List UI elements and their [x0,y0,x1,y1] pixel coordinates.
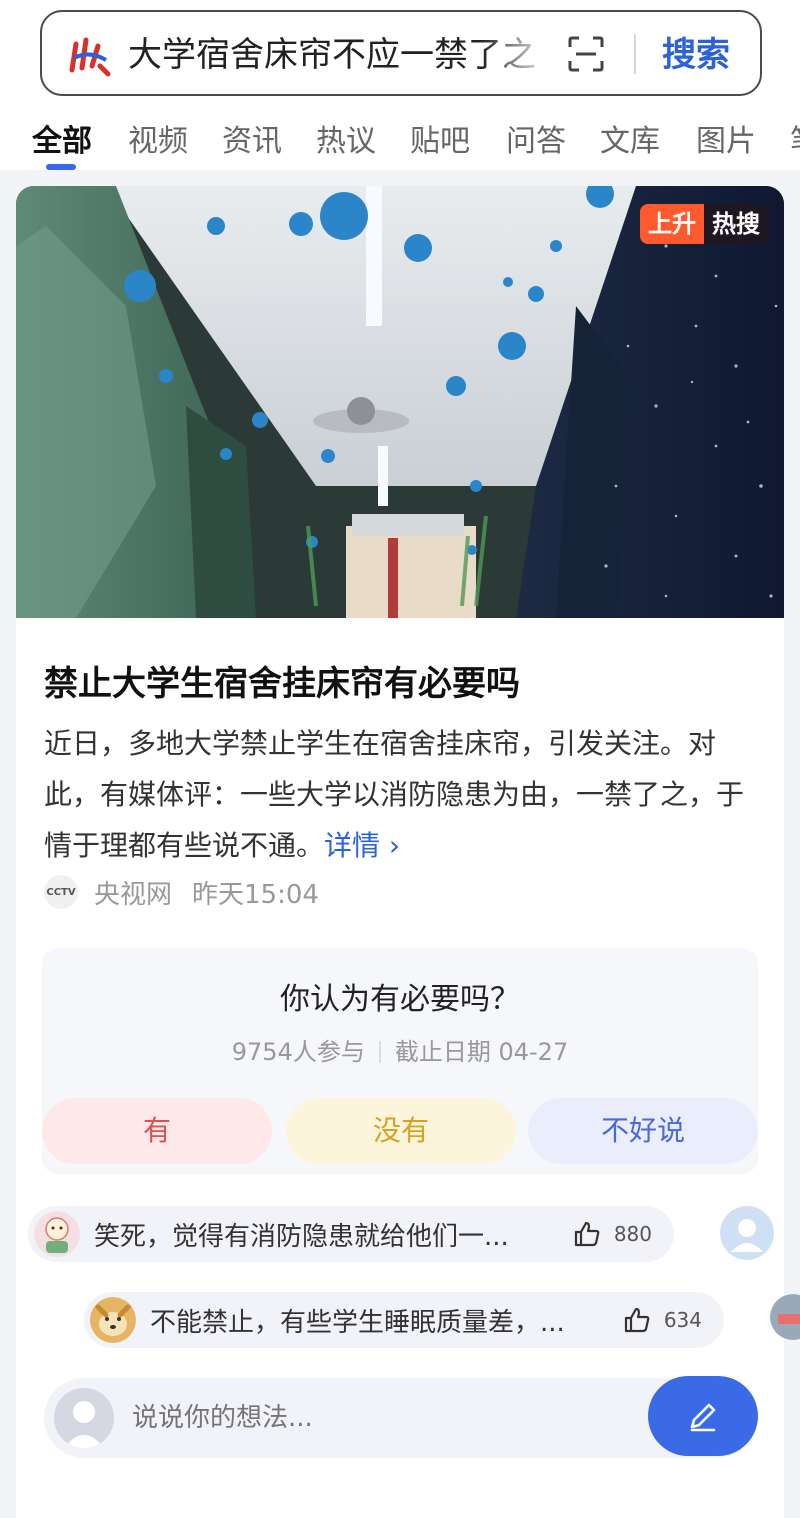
tab-qa[interactable]: 问答 [506,116,566,160]
trending-badge: 上升 热搜 [640,204,768,244]
search-button[interactable]: 搜索 [662,34,730,76]
tab-more[interactable]: 笔 [790,116,800,160]
tab-video[interactable]: 视频 [128,116,188,160]
tab-news[interactable]: 资讯 [222,116,282,160]
like-count: 634 [663,1308,702,1332]
poll-deadline: 截止日期 04-27 [394,1038,569,1066]
poll-option-yes[interactable]: 有 [42,1098,272,1164]
tab-hot-discussion[interactable]: 热议 [316,116,376,160]
comment-input[interactable] [132,1398,612,1438]
divider [634,34,636,74]
tab-all[interactable]: 全部 [32,116,92,160]
tab-tieba[interactable]: 贴吧 [410,116,470,160]
source-logo: CCTV [44,875,78,909]
poll-participants: 9754人参与 [231,1038,365,1066]
thumbs-up-icon [574,1221,600,1247]
write-button[interactable] [648,1376,758,1456]
publish-time: 昨天15:04 [192,879,319,910]
poll-option-no[interactable]: 没有 [286,1098,516,1164]
source-name[interactable]: 央视网 [94,874,172,911]
avatar[interactable] [720,1206,774,1260]
comment-composer [44,1376,758,1458]
source-row: CCTV 央视网 昨天15:04 [44,872,319,912]
avatar [90,1297,136,1343]
divider [378,1041,381,1063]
comment-bubble[interactable]: 不能禁止，有些学生睡眠质量差，... 634 [84,1292,724,1348]
trending-badge-hot: 热搜 [704,204,768,244]
poll-meta: 9754人参与 截止日期 04-27 [42,1032,758,1067]
comment-bubble[interactable]: 笑死，觉得有消防隐患就给他们一... 880 [28,1206,674,1262]
tab-images[interactable]: 图片 [696,116,756,160]
poll-option-unsure[interactable]: 不好说 [528,1098,758,1164]
app-logo-icon [69,37,111,77]
avatar [34,1211,80,1257]
like-button[interactable]: 880 [572,1219,652,1249]
user-avatar [54,1388,114,1448]
like-count: 880 [613,1222,652,1246]
thumbs-up-icon [624,1307,650,1333]
details-link[interactable]: 详情 › [324,829,400,862]
search-header: 大学宿舍床帘不应一禁了之 搜索 全部 视频 资讯 热议 贴吧 问答 文库 图片 … [0,0,800,170]
active-tab-indicator [46,164,76,170]
query-fade [482,30,552,80]
search-bar[interactable]: 大学宿舍床帘不应一禁了之 搜索 [40,10,762,96]
dorm-corridor-image[interactable] [16,186,784,618]
comment-text: 笑死，觉得有消防隐患就给他们一... [94,1221,509,1252]
comment-text: 不能禁止，有些学生睡眠质量差，... [150,1307,565,1338]
trending-badge-rising: 上升 [640,204,704,244]
poll-panel: 你认为有必要吗？ 9754人参与 截止日期 04-27 有 没有 不好说 [42,948,758,1174]
like-button[interactable]: 634 [622,1305,702,1335]
search-tabs: 全部 视频 资讯 热议 贴吧 问答 文库 图片 笔 [0,110,800,170]
tab-library[interactable]: 文库 [600,116,660,160]
pencil-icon [690,1403,716,1432]
news-title[interactable]: 禁止大学生宿舍挂床帘有必要吗 [44,656,520,705]
poll-question: 你认为有必要吗？ [280,982,520,1017]
news-summary: 近日，多地大学禁止学生在宿舍挂床帘，引发关注。对此，有媒体评：一些大学以消防隐患… [44,718,756,871]
scan-icon[interactable] [568,36,604,72]
